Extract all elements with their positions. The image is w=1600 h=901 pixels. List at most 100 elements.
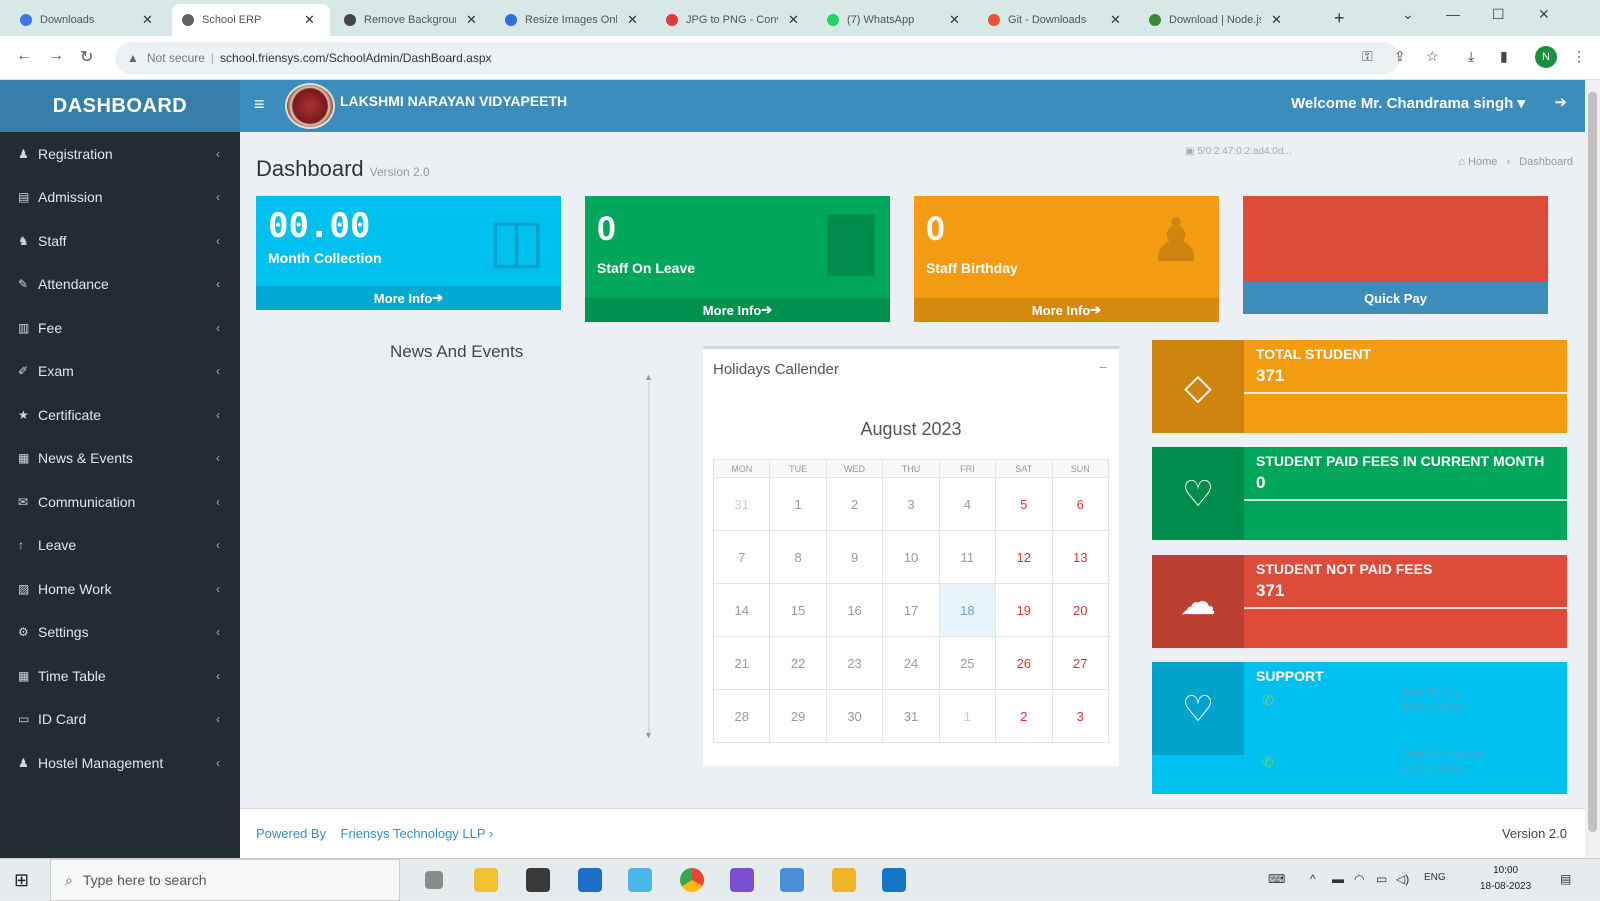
forward-icon[interactable]: → <box>48 47 64 65</box>
battery-icon[interactable]: ▬ <box>1332 872 1344 886</box>
tab-close-icon[interactable]: ✕ <box>1110 12 1121 28</box>
calendar-day[interactable]: 9 <box>825 530 884 584</box>
notification-icon[interactable]: ▤ <box>1560 872 1571 886</box>
tab-close-icon[interactable]: ✕ <box>142 12 153 28</box>
calendar-day[interactable]: 21 <box>712 636 771 690</box>
browser-tab[interactable]: (7) WhatsApp ✕ <box>817 4 975 36</box>
signout-icon[interactable]: ➜ <box>1554 93 1567 111</box>
browser-tab[interactable]: School ERP ✕ <box>172 4 330 36</box>
language-indicator[interactable]: ENG <box>1424 872 1446 883</box>
tab-close-icon[interactable]: ✕ <box>304 12 315 28</box>
calendar-day[interactable]: 31 <box>882 689 940 743</box>
sidebar-item-exam[interactable]: ✐ Exam ‹ <box>0 350 240 394</box>
calendar-day[interactable]: 29 <box>769 689 827 743</box>
app-icon[interactable] <box>780 868 804 892</box>
sidebar-item-leave[interactable]: ↑ Leave ‹ <box>0 524 240 568</box>
calendar-day[interactable]: 22 <box>769 636 827 690</box>
sidebar-item-attendance[interactable]: ✎ Attendance ‹ <box>0 263 240 307</box>
chrome-icon[interactable] <box>680 868 704 892</box>
calendar-day[interactable]: 31 <box>712 477 771 531</box>
more-info-link[interactable]: More Info ➔ <box>914 298 1219 322</box>
news-scroll-track[interactable] <box>648 382 650 737</box>
profile-avatar[interactable]: N <box>1535 46 1557 68</box>
task-view-icon[interactable] <box>425 871 443 889</box>
taskbar-search-input[interactable]: ⌕ Type here to search <box>50 859 400 901</box>
volume-icon[interactable]: ◁) <box>1396 872 1409 886</box>
windows-start-icon[interactable]: ⊞ <box>14 870 29 891</box>
sidebar-item-time-table[interactable]: ▦ Time Table ‹ <box>0 654 240 698</box>
visual-studio-icon[interactable] <box>730 868 754 892</box>
more-info-link[interactable]: More Info ➔ <box>256 286 561 310</box>
calendar-day[interactable]: 2 <box>995 689 1053 743</box>
tab-close-icon[interactable]: ✕ <box>788 12 799 28</box>
sidepanel-icon[interactable]: ▮ <box>1500 48 1508 65</box>
calendar-day[interactable]: 23 <box>825 636 884 690</box>
calendar-day[interactable]: 3 <box>1051 689 1110 743</box>
sidebar-item-admission[interactable]: ▤ Admission ‹ <box>0 176 240 220</box>
sidebar-logo[interactable]: DASHBOARD <box>0 80 240 132</box>
browser-tab[interactable]: Remove Background ✕ <box>334 4 492 36</box>
sidebar-item-settings[interactable]: ⚙ Settings ‹ <box>0 611 240 655</box>
browser-tab[interactable]: JPG to PNG - Convert ✕ <box>656 4 814 36</box>
calendar-day[interactable]: 27 <box>1051 636 1110 690</box>
tab-search-icon[interactable]: ⌄ <box>1402 6 1414 23</box>
paint-icon[interactable] <box>832 868 856 892</box>
sidebar-item-communication[interactable]: ✉ Communication ‹ <box>0 480 240 524</box>
scrollbar-thumb[interactable] <box>1588 92 1597 832</box>
clock[interactable]: 10:00 18-08-2023 <box>1480 863 1531 895</box>
minimize-icon[interactable]: — <box>1446 6 1460 22</box>
key-icon[interactable]: ⚿ <box>1362 48 1373 65</box>
calendar-day[interactable]: 24 <box>882 636 940 690</box>
calendar-day[interactable]: 1 <box>769 477 827 531</box>
calendar-day[interactable]: 18 <box>938 583 997 637</box>
calendar-day[interactable]: 30 <box>825 689 884 743</box>
quick-pay-button[interactable]: Quick Pay <box>1243 282 1548 314</box>
calendar-day[interactable]: 16 <box>825 583 884 637</box>
store-icon[interactable] <box>526 868 550 892</box>
bookmark-star-icon[interactable]: ☆ <box>1426 48 1439 65</box>
browser-tab[interactable]: Downloads ✕ <box>10 4 168 36</box>
company-link[interactable]: Friensys Technology LLP <box>341 826 486 841</box>
page-scrollbar[interactable] <box>1585 80 1600 858</box>
sidebar-item-news-events[interactable]: ▦ News & Events ‹ <box>0 437 240 481</box>
file-explorer-icon[interactable] <box>474 868 498 892</box>
share-icon[interactable]: ⇪ <box>1394 48 1406 65</box>
support-phone[interactable]: 9935000000 <box>1402 702 1463 714</box>
more-info-link[interactable]: More Info ➔ <box>585 298 890 322</box>
calendar-day[interactable]: 14 <box>712 583 771 637</box>
calendar-day[interactable]: 12 <box>995 530 1053 584</box>
back-icon[interactable]: ← <box>16 47 32 65</box>
sidebar-item-registration[interactable]: ♟ Registration ‹ <box>0 132 240 176</box>
browser-tab[interactable]: Download | Node.js ✕ <box>1139 4 1297 36</box>
maximize-icon[interactable]: ☐ <box>1492 6 1505 23</box>
sidebar-item-certificate[interactable]: ★ Certificate ‹ <box>0 393 240 437</box>
downloads-icon[interactable]: ⤓ <box>1468 48 1474 65</box>
calendar-day[interactable]: 15 <box>769 583 827 637</box>
collapse-icon[interactable]: − <box>1099 359 1107 375</box>
sidebar-item-home-work[interactable]: ▨ Home Work ‹ <box>0 567 240 611</box>
calendar-day[interactable]: 10 <box>882 530 940 584</box>
reload-icon[interactable]: ↻ <box>80 47 93 67</box>
support-phone[interactable]: 9999000000 <box>1402 764 1463 776</box>
calendar-day[interactable]: 28 <box>712 689 771 743</box>
calendar-day[interactable]: 20 <box>1051 583 1110 637</box>
calendar-day[interactable]: 26 <box>995 636 1053 690</box>
calendar-day[interactable]: 17 <box>882 583 940 637</box>
calendar-day[interactable]: 19 <box>995 583 1053 637</box>
keyboard-icon[interactable]: ⌨ <box>1268 872 1285 886</box>
tab-close-icon[interactable]: ✕ <box>627 12 638 28</box>
sidebar-item-staff[interactable]: ♞ Staff ‹ <box>0 219 240 263</box>
camera-icon[interactable] <box>628 868 652 892</box>
browser-tab[interactable]: Resize Images Online ✕ <box>495 4 653 36</box>
tab-close-icon[interactable]: ✕ <box>949 12 960 28</box>
close-window-icon[interactable]: ✕ <box>1538 6 1550 23</box>
calendar-day[interactable]: 3 <box>882 477 940 531</box>
user-menu[interactable]: Welcome Mr. Chandrama singh ▾ <box>1291 94 1525 112</box>
wifi-icon[interactable]: ◠ <box>1354 872 1364 886</box>
tray-chevron-icon[interactable]: ^ <box>1310 872 1316 886</box>
network-icon[interactable]: ▭ <box>1376 872 1387 886</box>
tab-close-icon[interactable]: ✕ <box>1271 12 1282 28</box>
media-icon[interactable] <box>882 868 906 892</box>
calendar-day[interactable]: 2 <box>825 477 884 531</box>
sidebar-item-hostel-management[interactable]: ♟ Hostel Management ‹ <box>0 741 240 785</box>
